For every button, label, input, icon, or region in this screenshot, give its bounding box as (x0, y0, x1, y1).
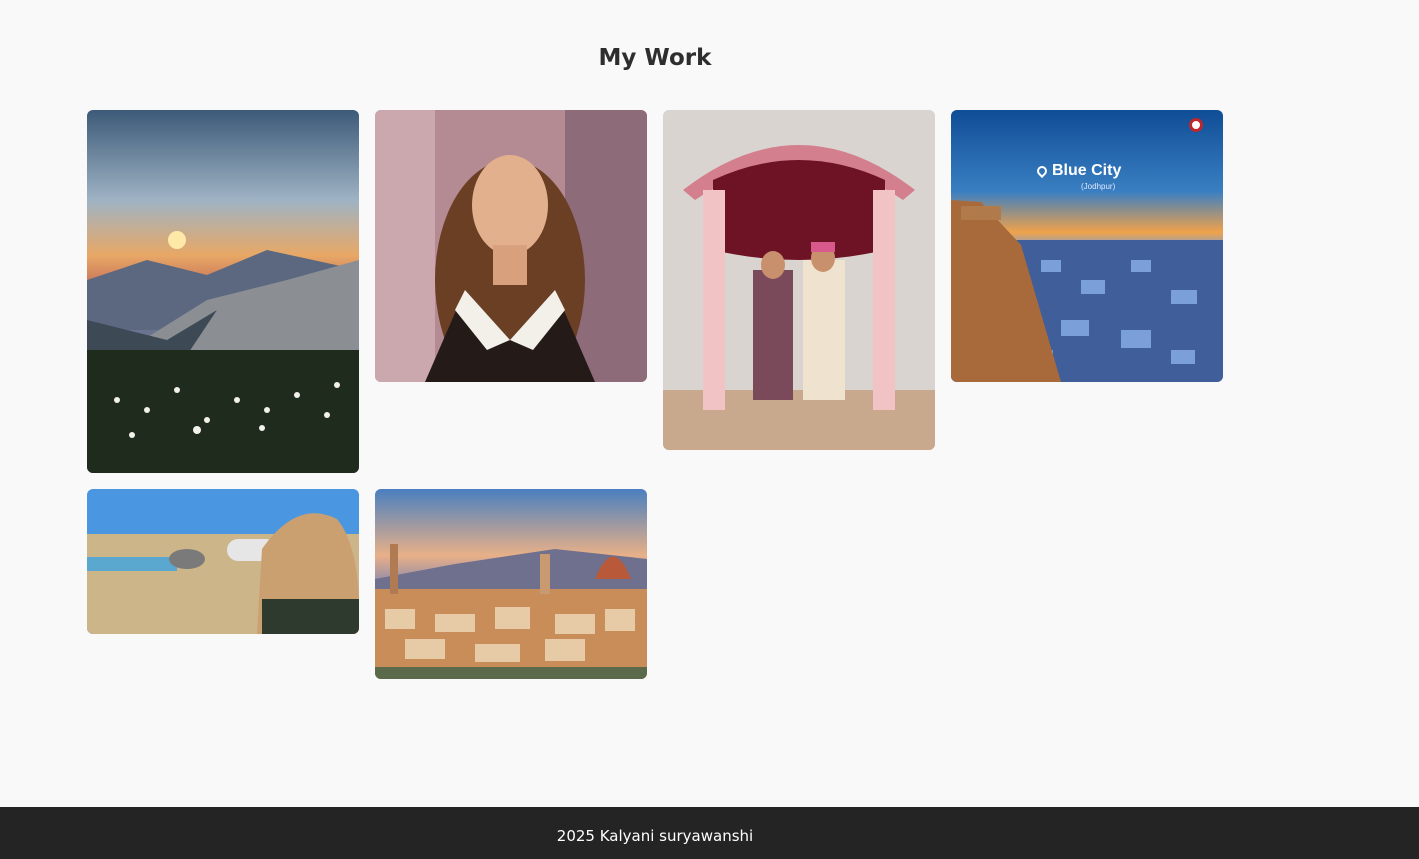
footer-copyright: 2025 Kalyani suryawanshi (556, 827, 754, 845)
wildlife-photographer-image (87, 489, 359, 634)
florence-image (375, 489, 647, 679)
portrait-image (375, 110, 647, 382)
gallery-image-blue-city[interactable]: Blue City (Jodhpur) (951, 110, 1223, 382)
gallery-image-florence[interactable] (375, 489, 647, 679)
section-title: My Work (598, 45, 712, 71)
blue-city-overlay-title: Blue City (1034, 162, 1122, 180)
gallery-image-mountain-sunset[interactable] (87, 110, 359, 473)
blue-city-overlay-subtitle: (Jodhpur) (1081, 182, 1116, 191)
logo-badge-icon (1189, 118, 1203, 132)
portfolio-page: My Work Blue City (Jodhpur) 2025 Kalyani… (0, 0, 1419, 859)
gallery-image-portrait[interactable] (375, 110, 647, 382)
blue-city-label: Blue City (1052, 162, 1122, 179)
location-pin-icon (1034, 163, 1050, 179)
gallery-image-wildlife-photographer[interactable] (87, 489, 359, 634)
blue-city-image (951, 110, 1223, 382)
gallery-image-wedding[interactable] (663, 110, 935, 450)
mountain-sunset-image (87, 110, 359, 473)
wedding-image (663, 110, 935, 450)
site-footer: 2025 Kalyani suryawanshi (0, 807, 1419, 859)
